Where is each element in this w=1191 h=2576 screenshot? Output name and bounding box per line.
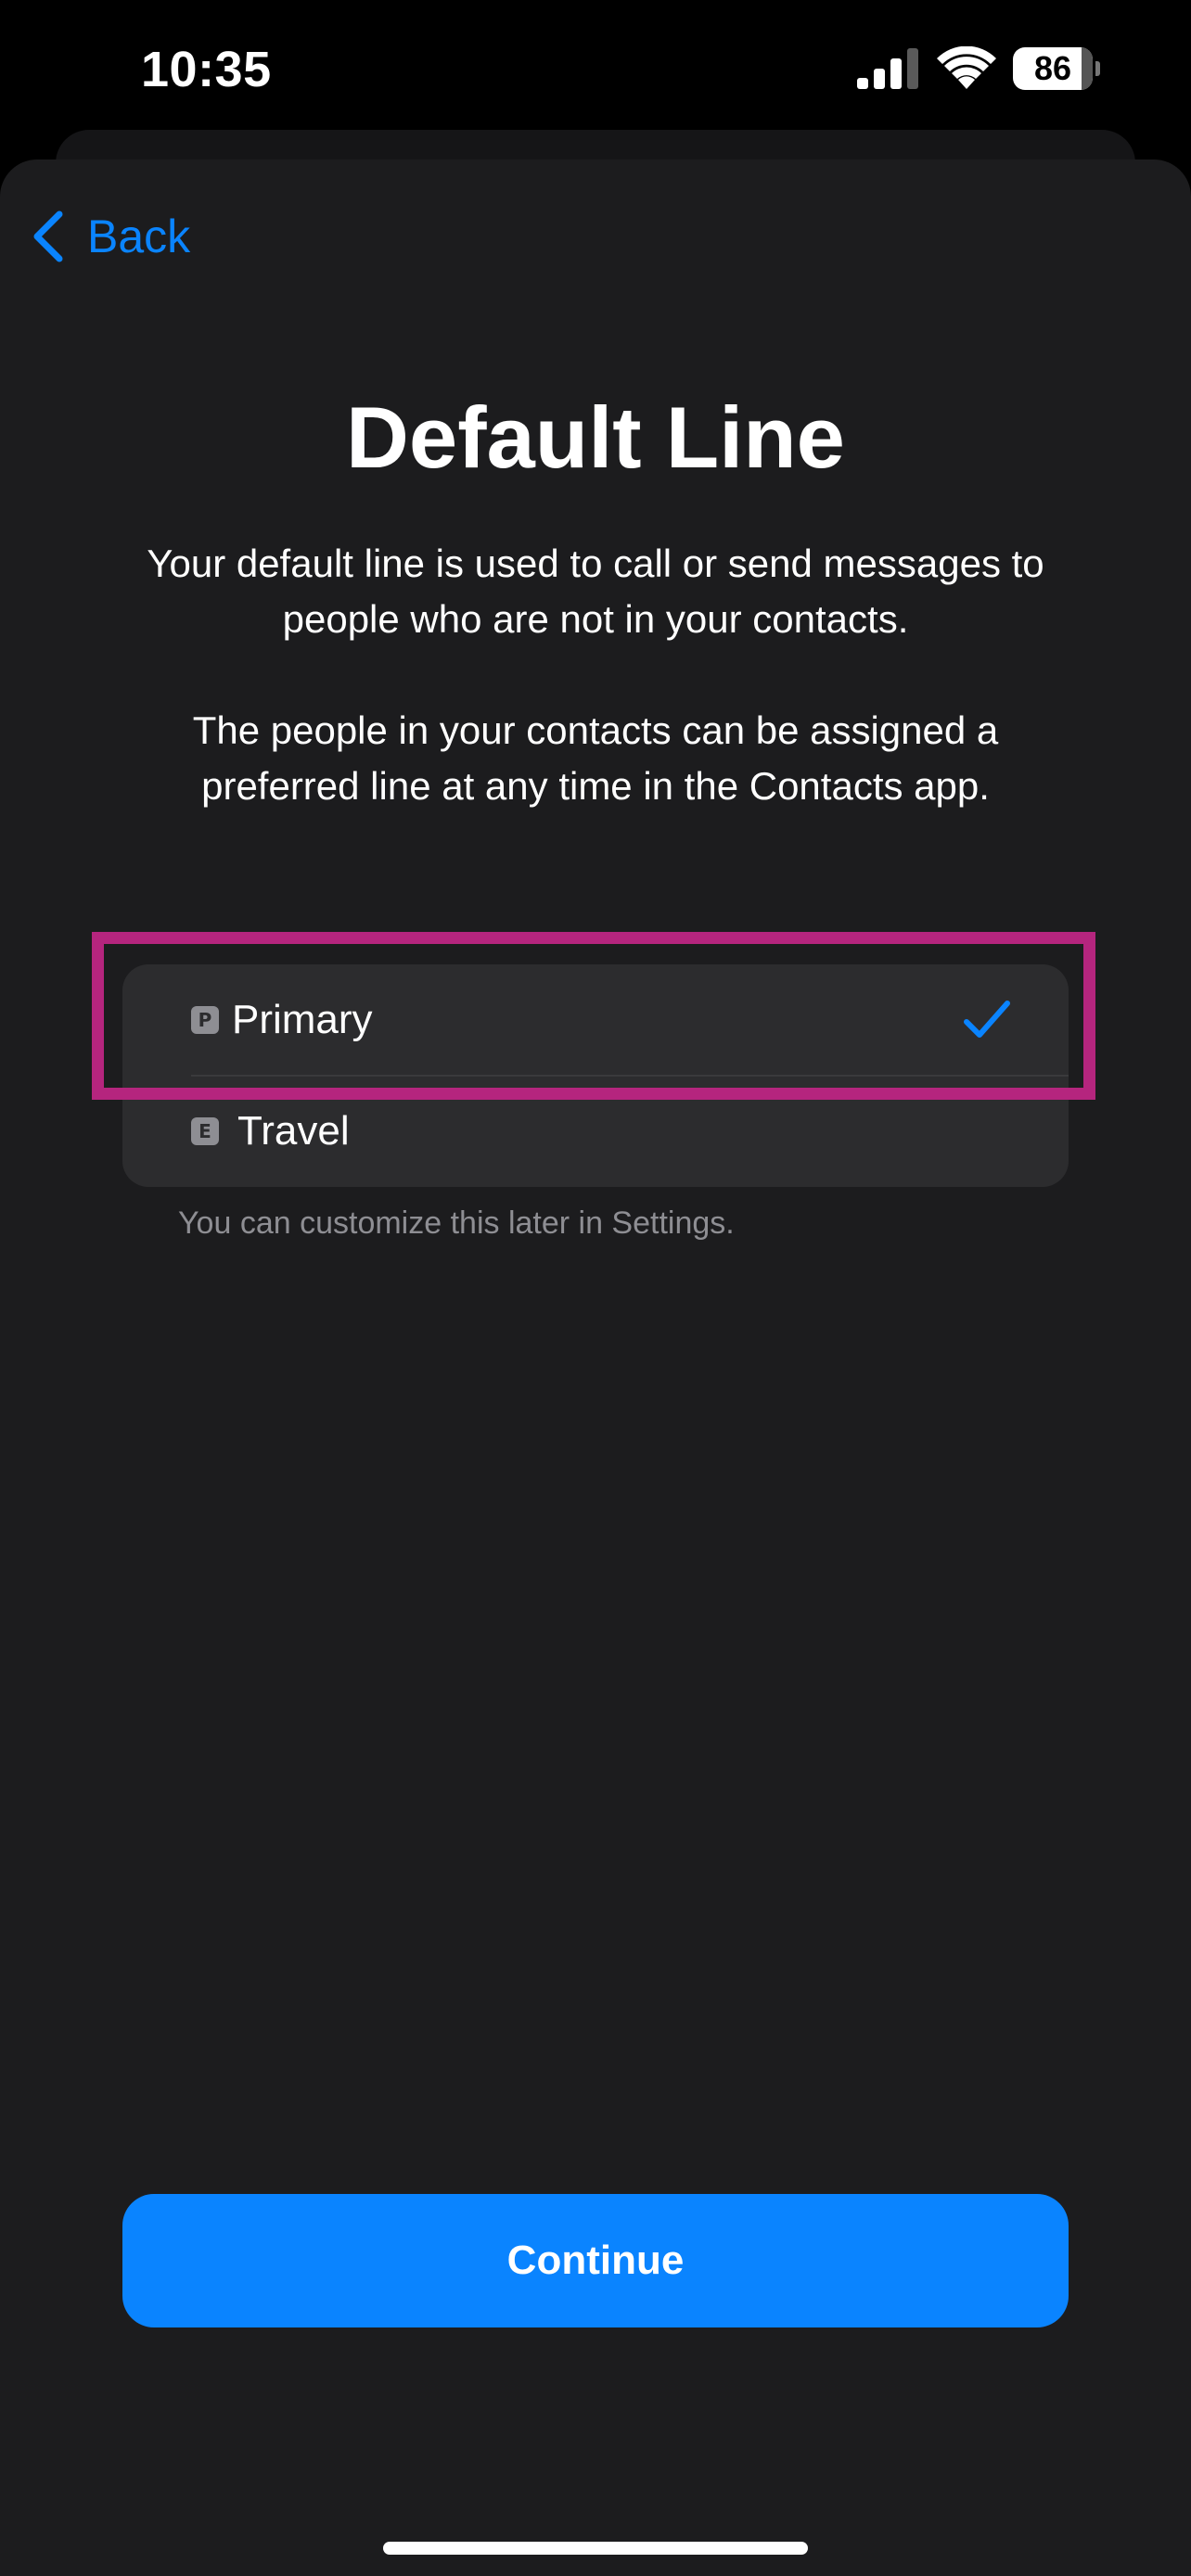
description-default-line: Your default line is used to call or sen… [147, 542, 1044, 641]
battery-icon: 86 [1013, 47, 1100, 90]
back-label: Back [87, 210, 191, 262]
status-bar: 10:35 86 [0, 0, 1191, 139]
chevron-left-icon [33, 210, 63, 262]
continue-button[interactable]: Continue [122, 2194, 1069, 2327]
line-badge-p: P [191, 1006, 219, 1034]
battery-percent: 86 [1033, 49, 1072, 87]
line-option-travel[interactable]: E Travel [122, 1076, 1069, 1187]
status-time: 10:35 [141, 42, 272, 97]
line-option-label: Travel [237, 1108, 350, 1154]
screen: 10:35 86 Back Default Line Your default … [0, 0, 1191, 2576]
line-badge-e: E [191, 1117, 219, 1145]
settings-footnote: You can customize this later in Settings… [178, 1205, 735, 1241]
description-contacts: The people in your contacts can be assig… [192, 708, 999, 808]
back-button[interactable]: Back [30, 206, 190, 267]
line-options-list: P Primary E Travel [122, 964, 1069, 1187]
home-indicator[interactable] [383, 2542, 808, 2555]
cellular-signal-icon [857, 48, 918, 89]
line-option-label: Primary [232, 997, 373, 1042]
wifi-icon [937, 46, 996, 89]
checkmark-icon [964, 1001, 1010, 1038]
page-title: Default Line [346, 389, 845, 486]
line-option-primary[interactable]: P Primary [122, 964, 1069, 1077]
